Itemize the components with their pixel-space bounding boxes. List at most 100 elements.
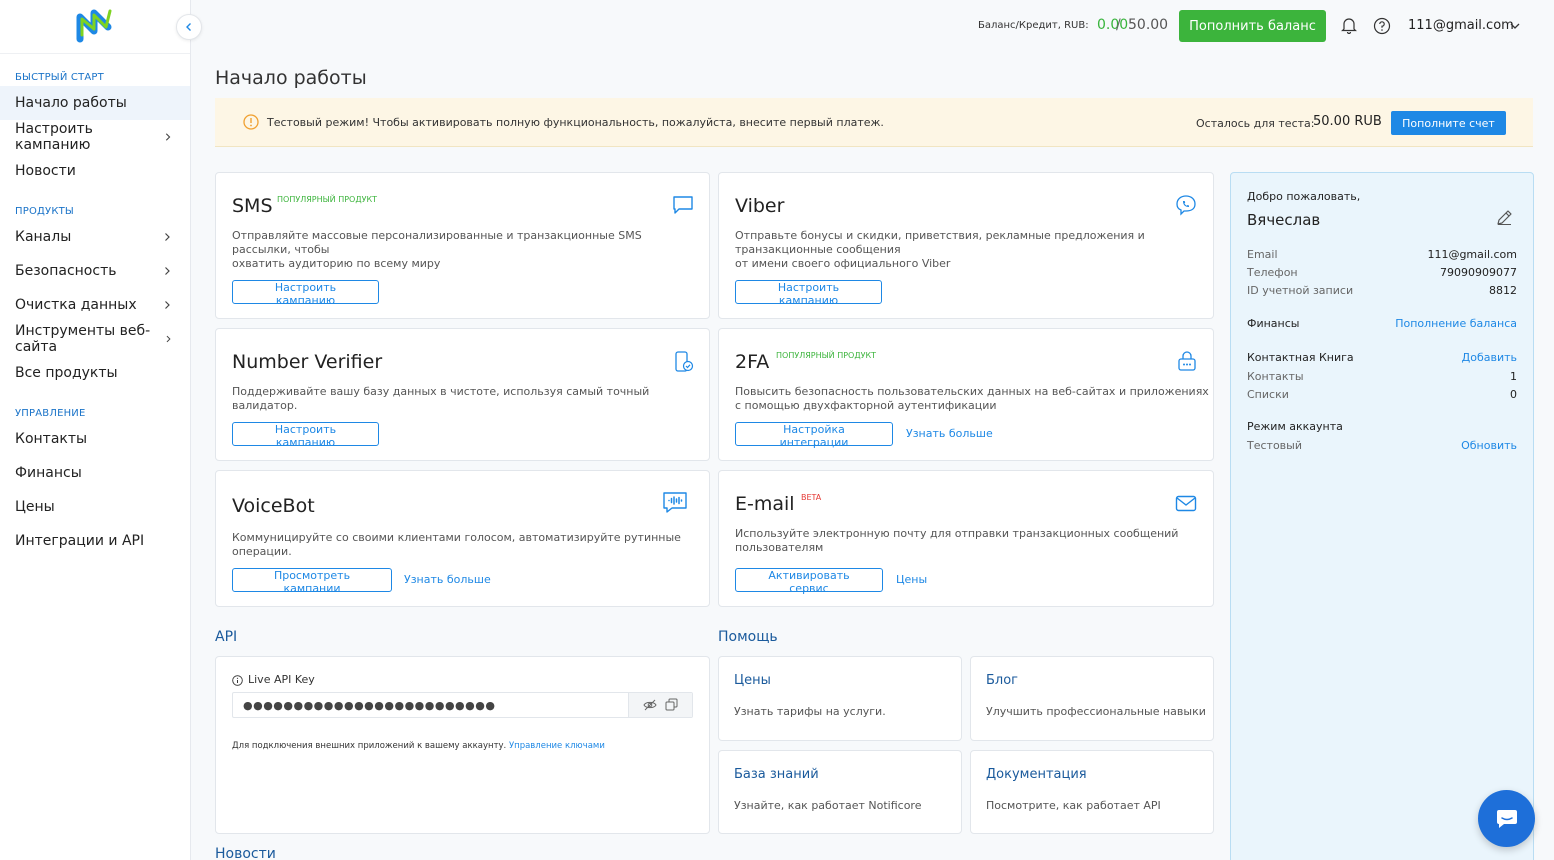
- view-campaigns-button[interactable]: Просмотреть кампании: [232, 568, 392, 595]
- topup-balance-link[interactable]: Пополнение баланса: [1395, 317, 1517, 330]
- sidebar-item[interactable]: Очистка данных: [0, 288, 190, 322]
- welcome-text: Добро пожаловать,: [1247, 190, 1361, 203]
- profile-phone-row: Телефон 79090909077: [1247, 266, 1517, 279]
- card-title: E-mail: [735, 493, 795, 515]
- help-card-title: Документация: [986, 767, 1087, 782]
- desc-line: пользователям: [735, 541, 824, 554]
- sidebar-item[interactable]: Контакты: [0, 422, 190, 456]
- setup-integration-button[interactable]: Настройка интеграции: [735, 422, 893, 449]
- warning-icon: [243, 114, 259, 130]
- card-description: Отправьте бонусы и скидки, приветствия, …: [735, 229, 1145, 271]
- help-card-pricing[interactable]: Цены Узнать тарифы на услуги.: [718, 656, 962, 741]
- sidebar-item[interactable]: Цены: [0, 490, 190, 524]
- sidebar-item-label: Очистка данных: [15, 297, 137, 313]
- row-label: ID учетной записи: [1247, 284, 1354, 297]
- api-key-label: Live API Key: [248, 673, 315, 686]
- row-label: Контакты: [1247, 370, 1304, 383]
- configure-campaign-button[interactable]: Настроить кампанию: [232, 422, 379, 449]
- sidebar-collapse-button[interactable]: [176, 14, 202, 40]
- card-title: Viber: [735, 195, 785, 217]
- card-description: Поддерживайте вашу базу данных в чистоте…: [232, 385, 649, 413]
- eye-off-icon[interactable]: [643, 699, 657, 711]
- balance-value: 0.00: [1097, 17, 1129, 33]
- sidebar-item[interactable]: Финансы: [0, 456, 190, 490]
- activate-service-button[interactable]: Активировать сервис: [735, 568, 883, 595]
- product-card-email: E-mail BETA Используйте электронную почт…: [718, 470, 1214, 607]
- user-email[interactable]: 111@gmail.com: [1408, 18, 1514, 33]
- help-card-blog[interactable]: Блог Улучшить профессиональные навыки: [970, 656, 1214, 741]
- row-label: Списки: [1247, 388, 1289, 401]
- upgrade-link[interactable]: Обновить: [1461, 439, 1517, 452]
- row-label: Финансы: [1247, 317, 1300, 330]
- desc-line: с помощью двухфакторной аутентификации: [735, 399, 997, 412]
- balance-label: Баланс/Кредит, RUB:: [978, 20, 1089, 31]
- sidebar-item-label: Безопасность: [15, 263, 117, 279]
- profile-email-row: Email 111@gmail.com: [1247, 248, 1517, 261]
- sidebar-section-title: УПРАВЛЕНИЕ: [15, 408, 86, 419]
- logo-area: [0, 0, 190, 54]
- news-heading: Новости: [215, 846, 276, 860]
- learn-more-link[interactable]: Узнать больше: [404, 573, 491, 586]
- sidebar-item[interactable]: Каналы: [0, 220, 190, 254]
- add-contact-link[interactable]: Добавить: [1462, 351, 1517, 364]
- help-card-title: Блог: [986, 673, 1019, 688]
- banner-remaining-amount: 50.00 RUB: [1313, 114, 1382, 129]
- copy-icon[interactable]: [665, 698, 678, 711]
- desc-line: рассылки, чтобы: [232, 243, 330, 256]
- chevron-right-icon: [165, 267, 170, 275]
- api-key-field[interactable]: ●●●●●●●●●●●●●●●●●●●●●●●●●: [232, 692, 693, 718]
- bell-icon[interactable]: [1341, 17, 1357, 34]
- sidebar-item[interactable]: Настроить кампанию: [0, 120, 190, 154]
- sidebar-item[interactable]: Интеграции и API: [0, 524, 190, 558]
- popular-badge: ПОПУЛЯРНЫЙ ПРОДУКТ: [776, 351, 877, 360]
- row-value: 79090909077: [1440, 266, 1517, 279]
- help-card-documentation[interactable]: Документация Посмотрите, как работает AP…: [970, 750, 1214, 834]
- chevron-left-icon: [186, 23, 191, 31]
- sidebar-item-label: Интеграции и API: [15, 533, 145, 549]
- sidebar-item-label: Новости: [15, 163, 76, 179]
- manage-keys-link[interactable]: Управление ключами: [509, 741, 605, 751]
- chat-button[interactable]: [1478, 790, 1535, 847]
- help-card-desc: Улучшить профессиональные навыки: [986, 705, 1206, 718]
- row-value: 111@gmail.com: [1427, 248, 1517, 261]
- sidebar-item[interactable]: Безопасность: [0, 254, 190, 288]
- banner-topup-button[interactable]: Пополните счет: [1391, 111, 1506, 135]
- learn-more-link[interactable]: Узнать больше: [906, 427, 993, 440]
- sidebar-item[interactable]: Начало работы: [0, 86, 190, 120]
- configure-campaign-button[interactable]: Настроить кампанию: [232, 280, 379, 307]
- phone-check-icon: [675, 351, 694, 372]
- chat-icon: [1496, 809, 1517, 828]
- help-card-desc: Узнайте, как работает Notificore: [734, 799, 922, 812]
- card-description: Используйте электронную почту для отправ…: [735, 527, 1178, 555]
- sidebar-item[interactable]: Все продукты: [0, 356, 190, 390]
- desc-line: операции.: [232, 545, 292, 558]
- help-card-title: База знаний: [734, 767, 819, 782]
- pricing-link[interactable]: Цены: [896, 573, 927, 586]
- help-card-knowledge-base[interactable]: База знаний Узнайте, как работает Notifi…: [718, 750, 962, 834]
- edit-icon[interactable]: [1496, 209, 1513, 226]
- row-label: Email: [1247, 248, 1278, 261]
- sidebar-item-label: Настроить кампанию: [15, 121, 93, 153]
- sidebar-item[interactable]: Инструменты веб-сайта: [0, 322, 190, 356]
- banner-text: Тестовый режим! Чтобы активировать полну…: [267, 116, 884, 129]
- api-card: Live API Key ●●●●●●●●●●●●●●●●●●●●●●●●● Д…: [215, 656, 710, 834]
- product-card-viber: Viber Отправьте бонусы и скидки, приветс…: [718, 172, 1214, 319]
- help-heading: Помощь: [718, 629, 778, 645]
- help-icon[interactable]: [1373, 17, 1391, 35]
- sidebar-item-label: Все продукты: [15, 365, 118, 381]
- product-card-2fa: 2FA ПОПУЛЯРНЫЙ ПРОДУКТ Повысить безопасн…: [718, 328, 1214, 461]
- topup-balance-button[interactable]: Пополнить баланс: [1179, 10, 1326, 42]
- card-title: VoiceBot: [232, 495, 315, 517]
- chevron-right-icon: [165, 301, 170, 309]
- test-mode-banner: Тестовый режим! Чтобы активировать полну…: [215, 98, 1533, 147]
- help-card-desc: Посмотрите, как работает API: [986, 799, 1161, 812]
- sidebar-item-label: Инструменты веб-сайта: [15, 323, 151, 355]
- chevron-down-icon[interactable]: [1509, 20, 1521, 32]
- chevron-right-icon: [166, 335, 171, 343]
- api-key-tools: [628, 693, 692, 717]
- sidebar-item[interactable]: Новости: [0, 154, 190, 188]
- row-label: Контактная Книга: [1247, 351, 1354, 364]
- configure-campaign-button[interactable]: Настроить кампанию: [735, 280, 882, 307]
- sidebar-item-label: Начало работы: [15, 95, 127, 111]
- sidebar-section-title: БЫСТРЫЙ СТАРТ: [15, 72, 104, 83]
